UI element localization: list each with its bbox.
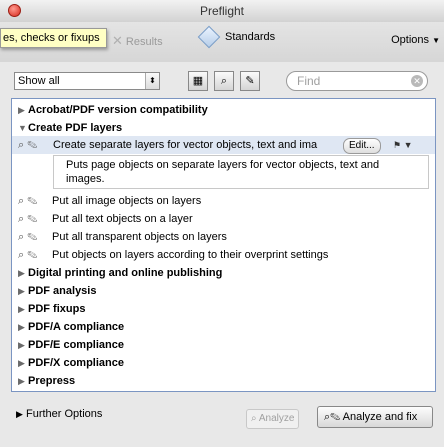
- tooltip: es, checks or fixups: [0, 28, 107, 48]
- magnifier-icon: ⌕: [251, 413, 257, 424]
- analyze-fix-icon: ⌕✎: [324, 411, 341, 423]
- disclosure-triangle-icon[interactable]: ▶: [18, 318, 28, 336]
- results-label: Results: [125, 36, 163, 48]
- standards-tab[interactable]: Standards: [197, 25, 276, 49]
- profiles-icon: ▦: [192, 75, 204, 87]
- fixup-icon: ⌕ ✎: [18, 249, 38, 261]
- further-options[interactable]: ▶ Further Options: [16, 408, 102, 420]
- wrench-icon: ✎: [245, 75, 255, 87]
- standards-label: Standards: [225, 30, 276, 43]
- tree-item-selected[interactable]: ⌕ ✎ Create separate layers for vector ob…: [12, 136, 435, 154]
- tree-item-label: Create separate layers for vector object…: [53, 139, 318, 151]
- disclosure-triangle-icon[interactable]: ▶: [18, 282, 28, 300]
- tree-category[interactable]: ▶ Prepress: [18, 372, 75, 390]
- tree-category[interactable]: ▶ Digital printing and online publishing: [18, 264, 222, 282]
- magnifier-icon: ⌕: [220, 75, 228, 87]
- window-title: Preflight: [199, 4, 245, 18]
- options-menu[interactable]: Options ▼: [391, 34, 440, 46]
- disclosure-triangle-icon: ▶: [16, 409, 23, 419]
- filter-select[interactable]: Show all ⬍: [14, 72, 160, 90]
- checks-filter-button[interactable]: ⌕: [214, 71, 234, 91]
- clear-icon[interactable]: ✕: [411, 75, 423, 87]
- tree-category[interactable]: ▶ PDF/X compliance: [18, 354, 124, 372]
- edit-button[interactable]: Edit...: [343, 138, 381, 154]
- filter-select-value: Show all: [18, 75, 60, 87]
- select-arrows-icon: ⬍: [145, 73, 159, 89]
- fixup-icon: ⌕ ✎: [18, 231, 38, 243]
- chevron-down-icon: ▼: [432, 36, 440, 45]
- disclosure-triangle-icon[interactable]: ▶: [18, 372, 28, 390]
- results-tab[interactable]: ✕ Results: [112, 33, 163, 49]
- tree-item[interactable]: ⌕ ✎ Put all text objects on a layer: [18, 210, 193, 228]
- tree-item[interactable]: ⌕ ✎ Put all transparent objects on layers: [18, 228, 227, 246]
- standards-icon: [197, 25, 221, 49]
- fixup-icon: ⌕ ✎: [18, 139, 38, 151]
- tree-category[interactable]: ▶ PDF fixups: [18, 300, 85, 318]
- tree-item[interactable]: ⌕ ✎ Put all image objects on layers: [18, 192, 201, 210]
- tree-category-create-pdf-layers[interactable]: ▼Create PDF layers: [18, 119, 122, 137]
- options-label: Options: [391, 34, 430, 46]
- disclosure-triangle-icon[interactable]: ▼: [18, 119, 28, 137]
- find-placeholder: Find: [297, 74, 321, 88]
- analyze-and-fix-button[interactable]: ⌕✎ Analyze and fix: [317, 406, 433, 428]
- find-field[interactable]: Find ✕: [286, 71, 428, 91]
- results-icon: ✕: [112, 33, 123, 48]
- disclosure-triangle-icon[interactable]: ▶: [18, 300, 28, 318]
- title-bar: Preflight: [0, 0, 444, 23]
- tree-category[interactable]: ▶ PDF analysis: [18, 282, 96, 300]
- fixup-icon: ⌕ ✎: [18, 195, 38, 207]
- profiles-filter-button[interactable]: ▦: [188, 71, 208, 91]
- tree-category[interactable]: ▶ PDF/A compliance: [18, 318, 124, 336]
- tree-category-pdf-compatibility[interactable]: ▶ Acrobat/PDF version compatibility: [18, 101, 208, 119]
- fix-dropdown[interactable]: ⚑ ▼: [393, 138, 419, 152]
- fixup-icon: ⌕ ✎: [18, 213, 38, 225]
- disclosure-triangle-icon[interactable]: ▶: [18, 101, 28, 119]
- fixups-filter-button[interactable]: ✎: [240, 71, 260, 91]
- item-description: Puts page objects on separate layers for…: [53, 155, 429, 189]
- tree-item[interactable]: ⌕ ✎ Put objects on layers according to th…: [18, 246, 328, 264]
- preflight-tree: ▶ Acrobat/PDF version compatibility ▼Crea…: [11, 98, 436, 392]
- disclosure-triangle-icon[interactable]: ▶: [18, 264, 28, 282]
- disclosure-triangle-icon[interactable]: ▶: [18, 354, 28, 372]
- disclosure-triangle-icon[interactable]: ▶: [18, 336, 28, 354]
- analyze-button[interactable]: ⌕ Analyze: [246, 409, 300, 429]
- tree-category[interactable]: ▶ PDF/E compliance: [18, 336, 124, 354]
